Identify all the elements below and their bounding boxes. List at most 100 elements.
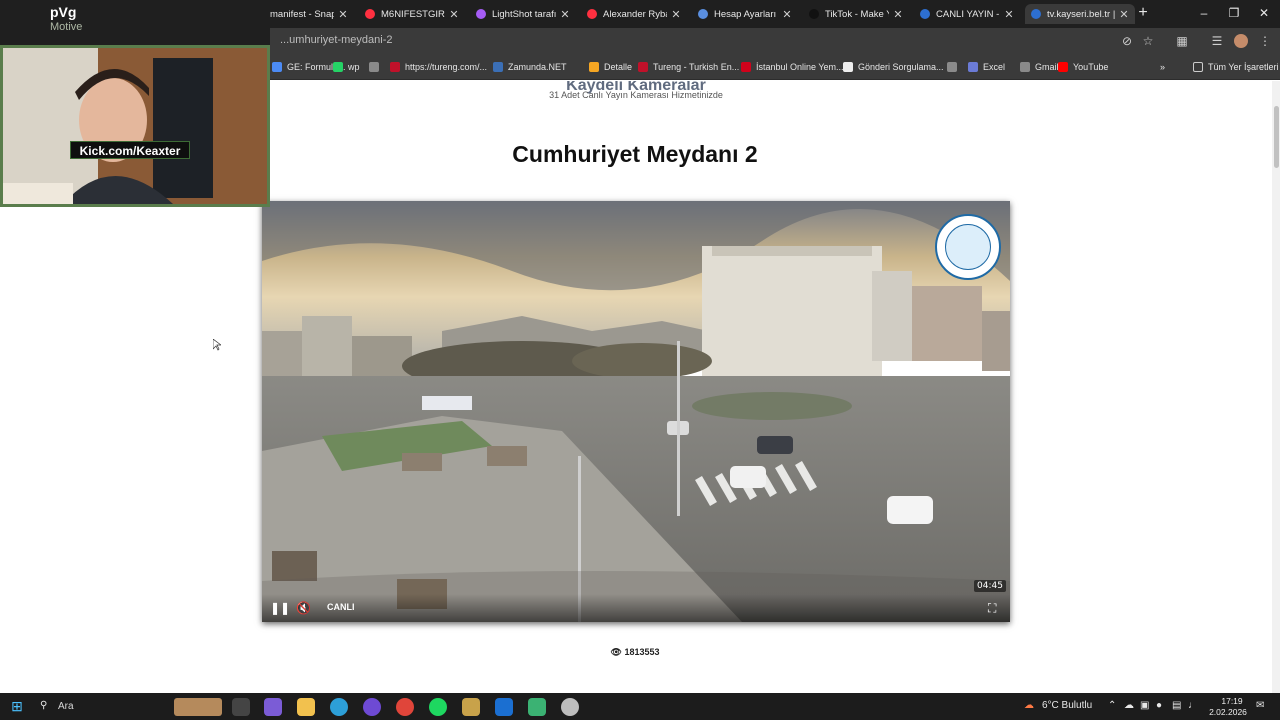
bookmark-favicon-icon bbox=[589, 62, 599, 72]
restore-button[interactable]: ❐ bbox=[1226, 5, 1242, 21]
discord-icon[interactable] bbox=[363, 698, 381, 716]
tab-close-icon[interactable]: ✕ bbox=[671, 8, 681, 21]
bookmark-item[interactable]: Zamunda.NET bbox=[493, 60, 567, 74]
windows-taskbar: ⊞ ⚲ Ara ☁ 6°C Bulutlu ⌃ ☁ ▣ ● ▤ ♩ 17:19 … bbox=[0, 693, 1280, 720]
stream-subtitle: Motive bbox=[50, 21, 83, 33]
all-bookmarks-label: Tüm Yer İşaretleri bbox=[1208, 62, 1279, 72]
tab-close-icon[interactable]: ✕ bbox=[338, 8, 348, 21]
bookmark-item[interactable]: wp bbox=[333, 60, 360, 74]
copilot-icon[interactable] bbox=[264, 698, 282, 716]
kick-channel-label: Kick.com/Keaxter bbox=[70, 141, 190, 159]
view-count: 👁 1813553 bbox=[0, 647, 1270, 658]
bookmark-favicon-icon bbox=[968, 62, 978, 72]
task-view-icon[interactable] bbox=[232, 698, 250, 716]
bookmark-item[interactable]: Gönderi Sorgulama... bbox=[843, 60, 944, 74]
tab-close-icon[interactable]: ✕ bbox=[449, 8, 459, 21]
edge-icon[interactable] bbox=[330, 698, 348, 716]
tray-cloud-icon[interactable]: ☁ bbox=[1124, 700, 1134, 711]
bookmark-item[interactable] bbox=[369, 60, 384, 74]
taskbar-clock-time[interactable]: 17:19 bbox=[1212, 696, 1252, 706]
bookmark-item[interactable] bbox=[947, 60, 962, 74]
volume-icon[interactable]: ♩ bbox=[1188, 700, 1198, 711]
tab-favicon-icon bbox=[587, 9, 597, 19]
webcam-image bbox=[3, 48, 267, 204]
bookmark-item[interactable]: Excel bbox=[968, 60, 1005, 74]
bookmarks-overflow-icon[interactable]: » bbox=[1160, 60, 1165, 74]
bookmark-label: YouTube bbox=[1073, 62, 1109, 72]
mute-icon[interactable]: 🔇 bbox=[296, 601, 311, 615]
bookmark-label: wp bbox=[348, 62, 360, 72]
eye-slash-icon[interactable]: ⊘ bbox=[1120, 34, 1134, 48]
extensions-icon[interactable]: ▦ bbox=[1175, 34, 1189, 48]
search-icon[interactable]: ⚲ bbox=[40, 700, 47, 711]
star-icon[interactable]: ☆ bbox=[1141, 34, 1155, 48]
tab-close-icon[interactable]: ✕ bbox=[1119, 8, 1129, 21]
notifications-icon[interactable]: ✉ bbox=[1256, 700, 1264, 711]
tab-label: CANLI YAYIN - Erc bbox=[936, 8, 1000, 20]
new-tab-button[interactable]: + bbox=[1136, 4, 1150, 24]
windows-start-icon[interactable]: ⊞ bbox=[8, 698, 26, 716]
steam-icon[interactable] bbox=[495, 698, 513, 716]
file-explorer-icon[interactable] bbox=[297, 698, 315, 716]
video-controls: ❚❚ 🔇 CANLI ⛶ bbox=[262, 594, 1010, 622]
url-field[interactable]: ...umhuriyet-meydani-2 bbox=[280, 34, 393, 46]
chrome-icon[interactable] bbox=[396, 698, 414, 716]
browser-tab[interactable]: LightShot tarafınd ✕ bbox=[470, 4, 576, 24]
menu-icon[interactable]: ⋮ bbox=[1258, 34, 1272, 48]
mouse-cursor-icon bbox=[212, 338, 223, 351]
logo-emblem bbox=[945, 224, 991, 270]
minimize-button[interactable]: – bbox=[1196, 5, 1212, 21]
bookmark-label: Zamunda.NET bbox=[508, 62, 567, 72]
profile-avatar[interactable] bbox=[1234, 34, 1248, 48]
bookmark-favicon-icon bbox=[1058, 62, 1068, 72]
spotify-icon[interactable] bbox=[429, 698, 447, 716]
webcam-feed bbox=[0, 45, 270, 207]
browser-tab[interactable]: M6NIFESTGIRLS | ✕ bbox=[359, 4, 465, 24]
bookmark-item[interactable]: İstanbul Online Yem... bbox=[741, 60, 844, 74]
bookmark-item[interactable]: Tureng - Turkish En... bbox=[638, 60, 739, 74]
close-window-button[interactable]: ✕ bbox=[1256, 5, 1272, 21]
tab-close-icon[interactable]: ✕ bbox=[782, 8, 792, 21]
tab-label: manifest - Snap | bbox=[270, 8, 334, 20]
browser-tab[interactable]: CANLI YAYIN - Erc ✕ bbox=[914, 4, 1020, 24]
bookmark-favicon-icon bbox=[272, 62, 282, 72]
scrollbar-thumb[interactable] bbox=[1274, 106, 1279, 168]
eye-icon: 👁 bbox=[610, 647, 625, 657]
tab-favicon-icon bbox=[1031, 9, 1041, 19]
pause-button[interactable]: ❚❚ bbox=[270, 601, 290, 615]
tab-close-icon[interactable]: ✕ bbox=[893, 8, 903, 21]
streaming-app-icon[interactable] bbox=[528, 698, 546, 716]
tray-app-icon[interactable]: ▣ bbox=[1140, 700, 1149, 711]
site-subheader: 31 Adet Canlı Yayın Kamerası Hizmetinizd… bbox=[549, 90, 723, 100]
app-icon-2[interactable] bbox=[561, 698, 579, 716]
browser-tab[interactable]: Hesap Ayarları - I ✕ bbox=[692, 4, 798, 24]
tray-overflow-icon[interactable]: ⌃ bbox=[1108, 700, 1116, 711]
taskbar-clock-date[interactable]: 2.02.2026 bbox=[1204, 707, 1252, 717]
bookmark-favicon-icon bbox=[493, 62, 503, 72]
stream-brand: pVg bbox=[50, 4, 77, 20]
tab-close-icon[interactable]: ✕ bbox=[560, 8, 570, 21]
live-label: CANLI bbox=[327, 602, 355, 612]
browser-tab[interactable]: tv.kayseri.bel.tr | K ✕ bbox=[1025, 4, 1135, 24]
network-icon[interactable]: ▤ bbox=[1172, 700, 1181, 711]
taskbar-search[interactable]: Ara bbox=[58, 701, 74, 712]
bookmark-item[interactable]: YouTube bbox=[1058, 60, 1108, 74]
tab-close-icon[interactable]: ✕ bbox=[1004, 8, 1014, 21]
app-icon[interactable] bbox=[462, 698, 480, 716]
microphone-icon[interactable]: ● bbox=[1156, 700, 1162, 711]
browser-tab[interactable]: TikTok - Make You ✕ bbox=[803, 4, 909, 24]
tab-favicon-icon bbox=[809, 9, 819, 19]
fullscreen-icon[interactable]: ⛶ bbox=[988, 601, 996, 615]
media-icon[interactable]: ☰ bbox=[1210, 34, 1224, 48]
bookmark-item[interactable]: https://tureng.com/... bbox=[390, 60, 487, 74]
bookmark-label: Gmail bbox=[1035, 62, 1059, 72]
video-player[interactable]: 04:45 ❚❚ 🔇 CANLI ⛶ bbox=[262, 201, 1010, 622]
page-scrollbar[interactable] bbox=[1272, 81, 1280, 693]
view-count-value: 1813553 bbox=[624, 647, 660, 657]
weather-label[interactable]: 6°C Bulutlu bbox=[1042, 700, 1092, 711]
browser-tab[interactable]: Alexander Rybak ✕ bbox=[581, 4, 687, 24]
all-bookmarks[interactable]: Tüm Yer İşaretleri bbox=[1193, 60, 1279, 74]
bookmark-item[interactable]: Gmail bbox=[1020, 60, 1059, 74]
bookmark-item[interactable]: Detalle bbox=[589, 60, 632, 74]
weather-icon[interactable]: ☁ bbox=[1024, 700, 1034, 711]
